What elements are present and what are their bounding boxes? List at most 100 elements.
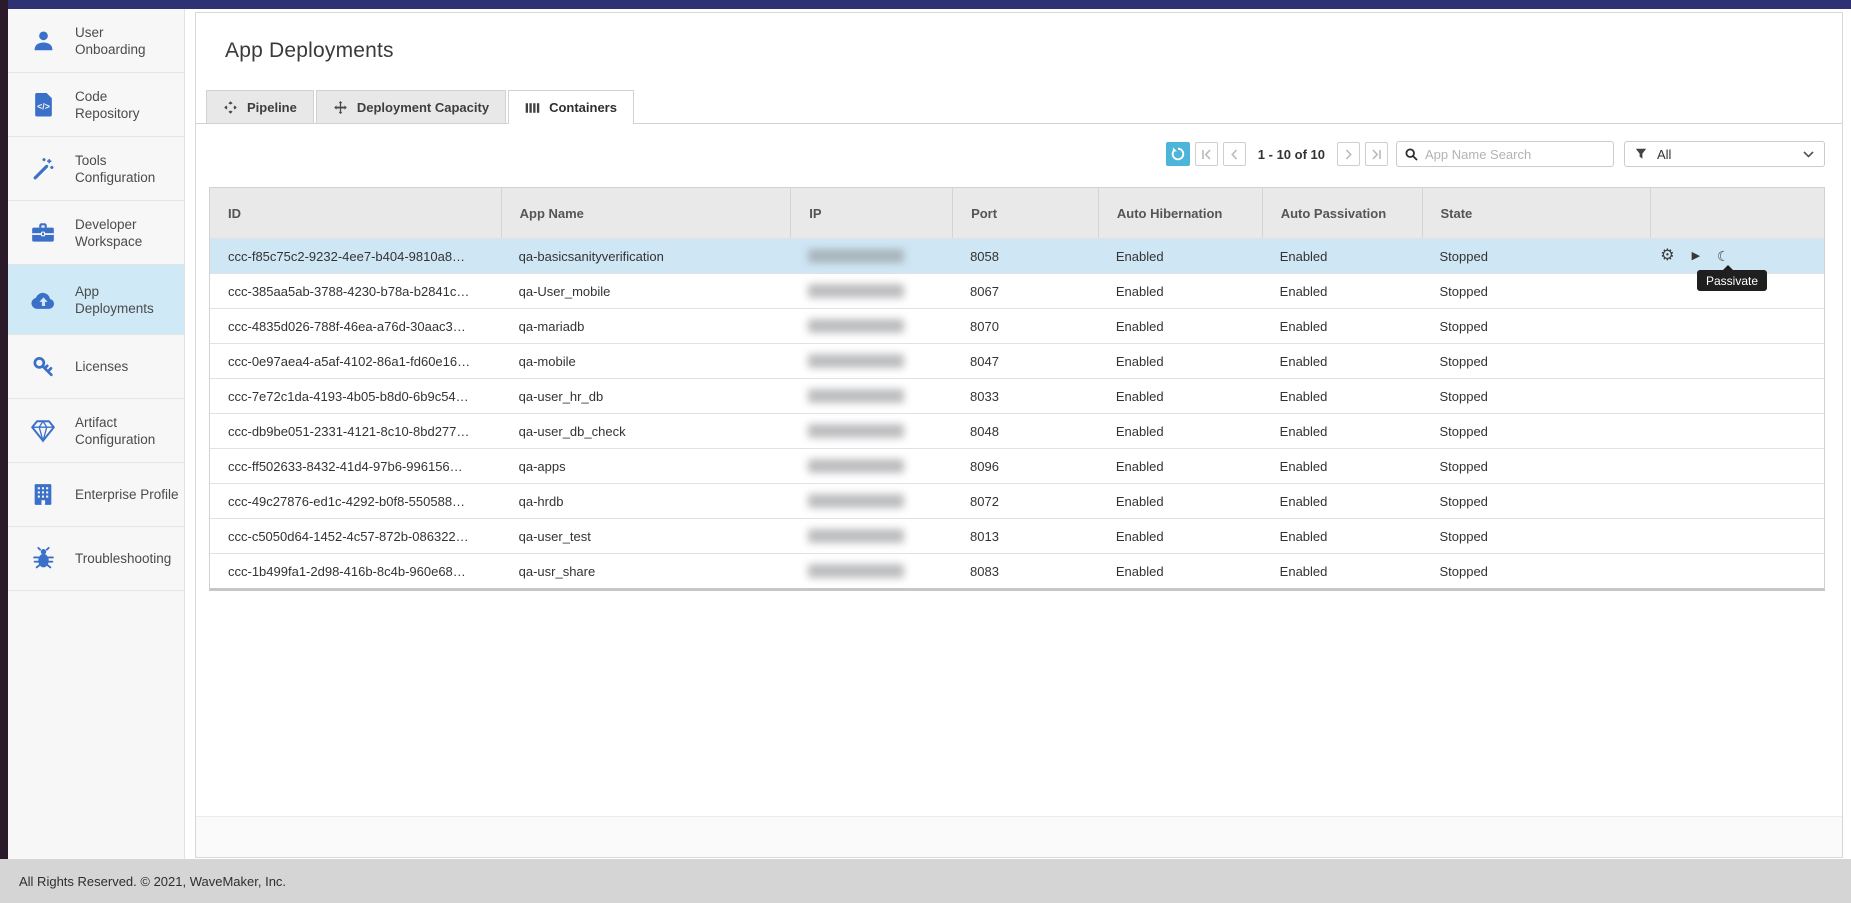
ip-redacted	[808, 319, 904, 333]
table-row[interactable]: ccc-4835d026-788f-46ea-a76d-30aac3… qa-m…	[210, 308, 1824, 343]
table-row[interactable]: ccc-7e72c1da-4193-4b05-b8d0-6b9c54… qa-u…	[210, 378, 1824, 413]
cell-app-name: qa-mariadb	[501, 309, 791, 343]
cell-state: Stopped	[1421, 379, 1650, 413]
first-page-button[interactable]	[1195, 142, 1218, 166]
column-header-port: Port	[952, 188, 1098, 238]
sidebar-item-label: Troubleshooting	[75, 550, 171, 567]
cell-auto-passivation: Enabled	[1262, 484, 1422, 518]
cell-auto-hibernation: Enabled	[1098, 309, 1262, 343]
ip-redacted	[808, 424, 904, 438]
table-row[interactable]: ccc-0e97aea4-a5af-4102-86a1-fd60e16… qa-…	[210, 343, 1824, 378]
search-icon	[1405, 148, 1418, 161]
table-row[interactable]: ccc-db9be051-2331-4121-8c10-8bd277… qa-u…	[210, 413, 1824, 448]
row-actions	[1650, 519, 1824, 553]
building-icon	[28, 482, 58, 507]
sidebar-item-label: CodeRepository	[75, 88, 140, 122]
key-icon	[28, 354, 58, 379]
sidebar-item-tools-configuration[interactable]: ToolsConfiguration	[8, 137, 184, 201]
tab-deployment-capacity[interactable]: Deployment Capacity	[316, 90, 506, 123]
code-file-icon: </>	[28, 92, 58, 117]
state-filter-select[interactable]: All	[1624, 141, 1825, 167]
sidebar-item-user-onboarding[interactable]: UserOnboarding	[8, 9, 184, 73]
app-window: UserOnboarding </> CodeRepository ToolsC…	[0, 0, 1851, 903]
cell-auto-passivation: Enabled	[1262, 554, 1422, 588]
tab-bar: Pipeline Deployment Capacity Containers	[196, 90, 1842, 124]
cell-state: Stopped	[1421, 344, 1650, 378]
sidebar-item-label: UserOnboarding	[75, 24, 146, 58]
diamond-icon	[28, 419, 58, 443]
move-icon	[333, 100, 348, 115]
cell-auto-hibernation: Enabled	[1098, 274, 1262, 308]
row-actions: ⚙ ▶ ☾	[1650, 239, 1824, 273]
sidebar-item-artifact-configuration[interactable]: ArtifactConfiguration	[8, 399, 184, 463]
cell-app-name: qa-hrdb	[501, 484, 791, 518]
column-header-ip: IP	[790, 188, 952, 238]
table-row[interactable]: ccc-f85c75c2-9232-4ee7-b404-9810a8… qa-b…	[210, 238, 1824, 273]
cell-state: Stopped	[1421, 274, 1650, 308]
sidebar-item-licenses[interactable]: Licenses	[8, 335, 184, 399]
cell-ip	[790, 519, 952, 553]
column-header-state: State	[1422, 188, 1651, 238]
cell-auto-hibernation: Enabled	[1098, 239, 1262, 273]
cell-ip	[790, 239, 952, 273]
column-header-app-name: App Name	[501, 188, 791, 238]
tab-label: Deployment Capacity	[357, 100, 489, 115]
left-edge-strip	[0, 0, 8, 859]
sidebar-item-app-deployments[interactable]: AppDeployments	[8, 265, 184, 335]
row-actions	[1650, 484, 1824, 518]
containers-table: ID App Name IP Port Auto Hibernation Aut…	[209, 187, 1825, 591]
cell-ip	[790, 309, 952, 343]
table-row[interactable]: ccc-ff502633-8432-41d4-97b6-996156… qa-a…	[210, 448, 1824, 483]
table-row[interactable]: ccc-c5050d64-1452-4c57-872b-086322… qa-u…	[210, 518, 1824, 553]
sidebar-item-code-repository[interactable]: </> CodeRepository	[8, 73, 184, 137]
next-page-button[interactable]	[1337, 142, 1360, 166]
page-title: App Deployments	[225, 39, 394, 63]
footer: All Rights Reserved. © 2021, WaveMaker, …	[0, 859, 1851, 903]
cell-app-name: qa-user_test	[501, 519, 791, 553]
cell-auto-hibernation: Enabled	[1098, 414, 1262, 448]
column-header-auto-hibernation: Auto Hibernation	[1098, 188, 1262, 238]
top-navbar	[0, 0, 1851, 9]
cell-state: Stopped	[1421, 414, 1650, 448]
sidebar: UserOnboarding </> CodeRepository ToolsC…	[8, 9, 185, 859]
search-input[interactable]	[1425, 147, 1605, 162]
cell-auto-passivation: Enabled	[1262, 519, 1422, 553]
refresh-button[interactable]	[1166, 142, 1190, 166]
cell-app-name: qa-User_mobile	[501, 274, 791, 308]
table-row[interactable]: ccc-1b499fa1-2d98-416b-8c4b-960e68… qa-u…	[210, 553, 1824, 588]
cell-auto-passivation: Enabled	[1262, 309, 1422, 343]
settings-gear-icon[interactable]: ⚙	[1660, 248, 1674, 264]
tab-pipeline[interactable]: Pipeline	[206, 90, 314, 123]
table-row[interactable]: ccc-385aa5ab-3788-4230-b78a-b2841c… qa-U…	[210, 273, 1824, 308]
cell-auto-passivation: Enabled	[1262, 239, 1422, 273]
cell-state: Stopped	[1422, 239, 1651, 273]
ip-redacted	[808, 529, 904, 543]
last-page-button[interactable]	[1365, 142, 1388, 166]
table-row[interactable]: ccc-49c27876-ed1c-4292-b0f8-550588… qa-h…	[210, 483, 1824, 518]
sidebar-item-developer-workspace[interactable]: DeveloperWorkspace	[8, 201, 184, 265]
cell-app-name: qa-user_hr_db	[501, 379, 791, 413]
tab-label: Pipeline	[247, 100, 297, 115]
pagination-range: 1 - 10 of 10	[1258, 147, 1325, 162]
cell-port: 8048	[952, 414, 1098, 448]
sidebar-item-enterprise-profile[interactable]: Enterprise Profile	[8, 463, 184, 527]
cell-id: ccc-7e72c1da-4193-4b05-b8d0-6b9c54…	[210, 379, 501, 413]
sidebar-item-troubleshooting[interactable]: Troubleshooting	[8, 527, 184, 591]
tab-containers[interactable]: Containers	[508, 90, 634, 124]
cell-state: Stopped	[1421, 554, 1650, 588]
cell-id: ccc-49c27876-ed1c-4292-b0f8-550588…	[210, 484, 501, 518]
row-actions	[1650, 344, 1824, 378]
cell-port: 8033	[952, 379, 1098, 413]
previous-page-button[interactable]	[1223, 142, 1246, 166]
columns-icon	[525, 101, 540, 115]
cell-id: ccc-c5050d64-1452-4c57-872b-086322…	[210, 519, 501, 553]
passivate-moon-icon[interactable]: ☾	[1717, 249, 1730, 263]
column-header-auto-passivation: Auto Passivation	[1262, 188, 1422, 238]
user-icon	[28, 28, 58, 53]
cell-app-name: qa-usr_share	[501, 554, 791, 588]
cell-id: ccc-db9be051-2331-4121-8c10-8bd277…	[210, 414, 501, 448]
cell-auto-hibernation: Enabled	[1098, 344, 1262, 378]
start-play-icon[interactable]: ▶	[1692, 251, 1700, 262]
cell-app-name: qa-mobile	[501, 344, 791, 378]
cell-ip	[790, 414, 952, 448]
